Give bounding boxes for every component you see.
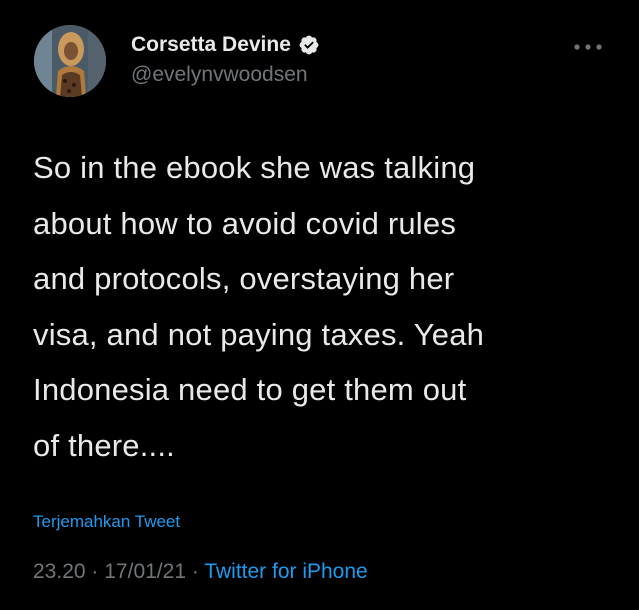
avatar[interactable] (34, 25, 106, 97)
tweet-source-link[interactable]: Twitter for iPhone (204, 560, 367, 583)
user-handle[interactable]: @evelynvwoodsen (131, 63, 308, 87)
tweet-time: 23.20 (33, 560, 86, 583)
meta-separator: · (91, 560, 99, 583)
tweet-date: 17/01/21 (104, 560, 186, 583)
display-name-text: Corsetta Devine (131, 33, 291, 56)
tweet-card: Corsetta Devine @evelynvwoodsen So in th… (0, 0, 639, 610)
tweet-text: So in the ebook she was talking about ho… (33, 150, 485, 463)
tweet-metadata: 23.20 · 17/01/21 · Twitter for iPhone (33, 560, 368, 584)
display-name[interactable]: Corsetta Devine (131, 33, 320, 57)
verified-badge-icon (299, 35, 319, 55)
meta-separator: · (191, 560, 199, 583)
avatar-image (34, 25, 106, 97)
translate-tweet-link[interactable]: Terjemahkan Tweet (33, 512, 180, 532)
more-options-icon[interactable] (572, 40, 604, 54)
